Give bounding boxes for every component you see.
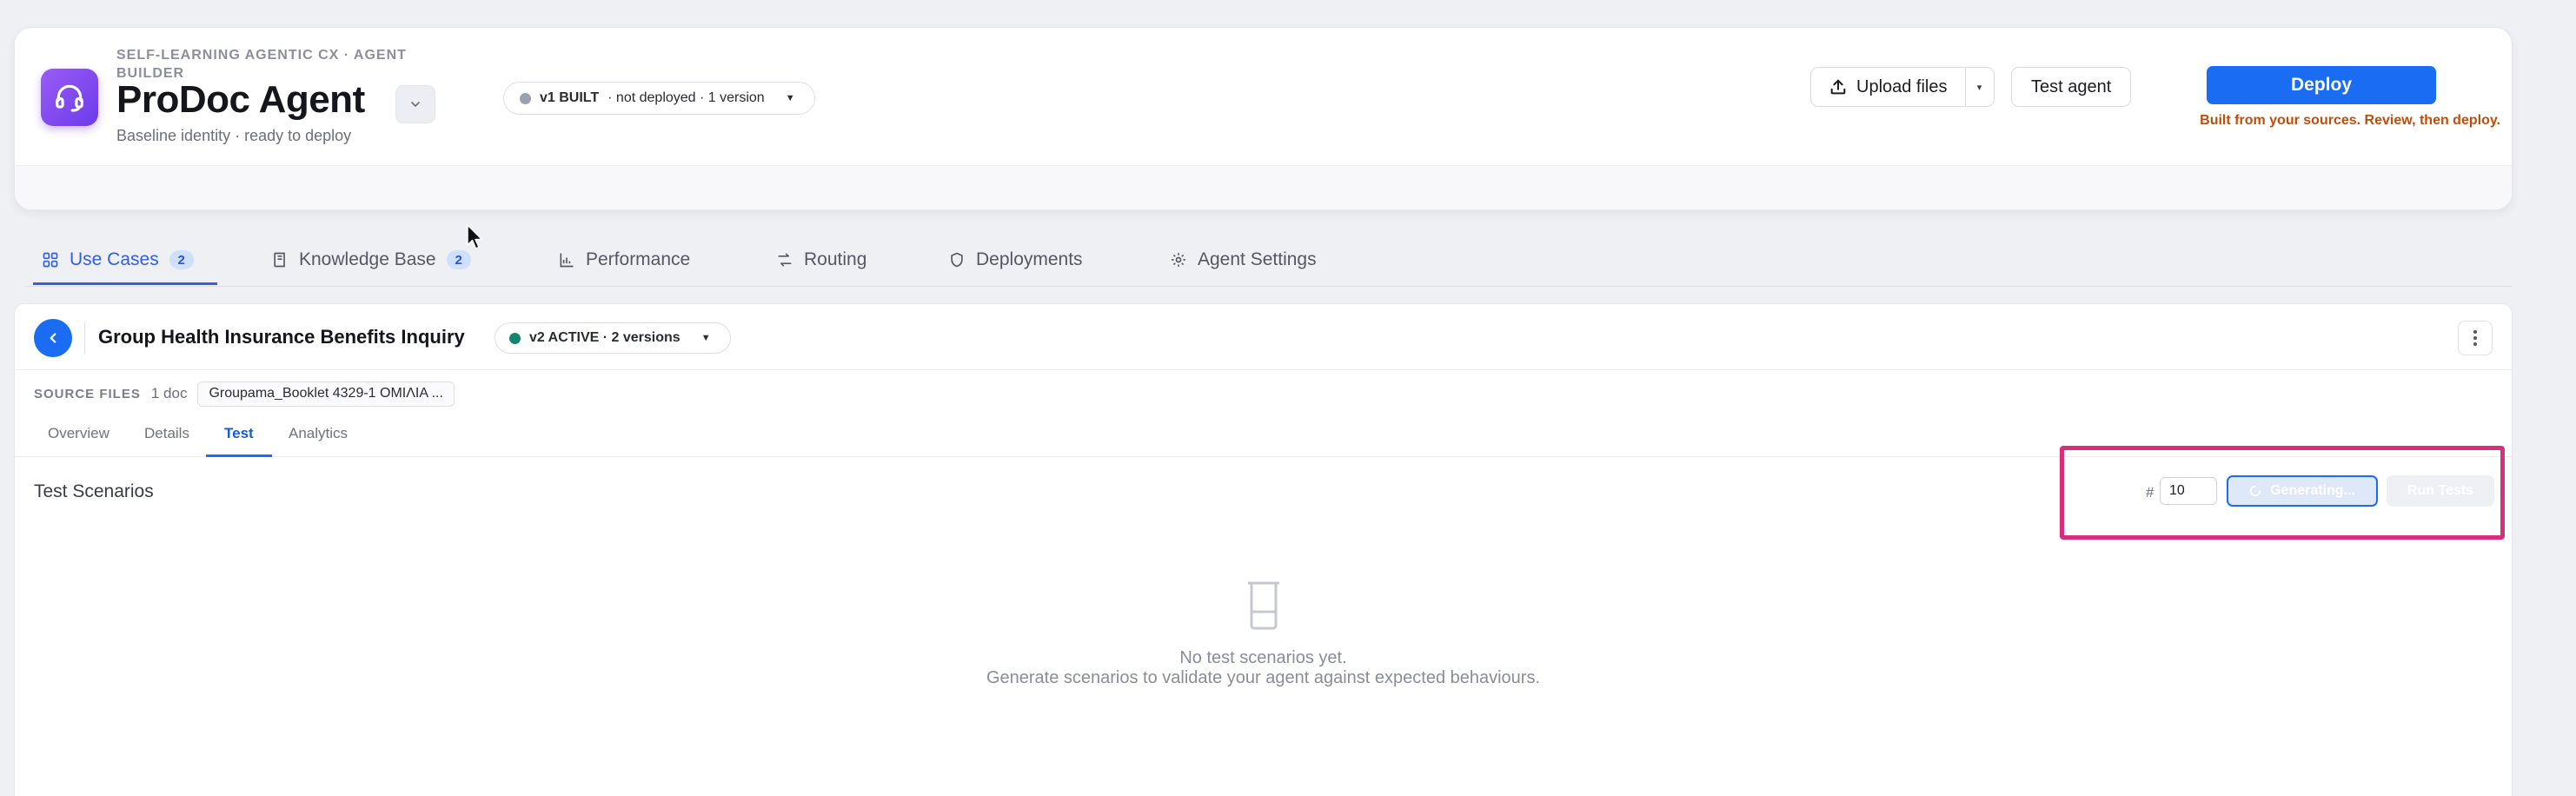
subtab-details[interactable]: Details	[144, 425, 189, 442]
upload-button-group: Upload files ▾	[1810, 67, 1995, 107]
use-case-header: Group Health Insurance Benefits Inquiry …	[15, 304, 2512, 370]
chevron-left-icon	[50, 333, 56, 343]
upload-icon	[1830, 79, 1846, 95]
headset-icon	[41, 69, 98, 126]
source-files-row: SOURCE FILES 1 doc Groupama_Booklet 4329…	[34, 381, 455, 407]
subtab-analytics[interactable]: Analytics	[289, 425, 348, 442]
run-tests-button[interactable]: Run Tests	[2387, 475, 2494, 507]
use-case-version-selector[interactable]: v2 ACTIVE · 2 versions ▼	[495, 322, 731, 354]
deploy-note: Built from your sources. Review, then de…	[2200, 113, 2500, 128]
tab-agent-settings[interactable]: Agent Settings	[1170, 247, 1317, 273]
kebab-icon	[2473, 330, 2477, 346]
grid-icon	[43, 252, 58, 268]
caret-down-icon: ▾	[1976, 82, 1982, 93]
scenario-count-input[interactable]	[2160, 477, 2217, 505]
tab-label: Knowledge Base	[299, 249, 436, 269]
deploy-button[interactable]: Deploy	[2207, 66, 2436, 104]
source-files-label: SOURCE FILES	[34, 386, 141, 401]
header-divider	[84, 322, 85, 355]
agent-switcher-button[interactable]	[395, 85, 435, 123]
upload-options-dropdown[interactable]: ▾	[1966, 68, 1994, 106]
generate-scenarios-button[interactable]: Generating...	[2227, 475, 2378, 507]
tab-label: Performance	[586, 249, 691, 269]
tab-label: Agent Settings	[1198, 249, 1317, 269]
subtab-overview[interactable]: Overview	[48, 425, 110, 442]
tab-performance[interactable]: Performance	[558, 247, 690, 273]
tab-routing[interactable]: Routing	[776, 247, 866, 273]
tab-label: Deployments	[976, 249, 1083, 269]
gear-icon	[1172, 253, 1185, 267]
tab-deployments[interactable]: Deployments	[948, 247, 1083, 273]
active-tab-indicator	[33, 282, 217, 285]
use-case-version-label: v2 ACTIVE · 2 versions	[529, 330, 681, 345]
status-dot	[520, 92, 531, 104]
source-file-chip[interactable]: Groupama_Booklet 4329-1 ΟΜΙΛΙΑ ...	[197, 381, 455, 407]
use-case-panel: Group Health Insurance Benefits Inquiry …	[14, 303, 2513, 796]
main-tab-bar: Use Cases 2 Knowledge Base 2 Performance…	[0, 233, 2513, 287]
chevron-down-icon	[411, 102, 420, 107]
upload-files-button[interactable]: Upload files	[1811, 68, 1966, 106]
agent-subtitle: Baseline identity · ready to deploy	[116, 127, 352, 144]
section-title: Test Scenarios	[34, 481, 154, 501]
version-label: v1 BUILT	[540, 90, 600, 105]
tab-use-cases[interactable]: Use Cases 2	[42, 247, 194, 273]
status-dot	[509, 332, 521, 344]
breadcrumb-eyebrow: SELF-LEARNING AGENTIC CX · AGENT BUILDER	[116, 48, 407, 81]
mouse-cursor-icon	[467, 224, 483, 249]
beaker-icon	[1247, 581, 1279, 630]
test-agent-button[interactable]: Test agent	[2011, 67, 2132, 107]
back-button[interactable]	[34, 319, 72, 357]
empty-state: No test scenarios yet. Generate scenario…	[15, 580, 2512, 688]
caret-down-icon: ▼	[785, 93, 795, 103]
subtab-test[interactable]: Test	[224, 425, 254, 442]
tab-knowledge-base[interactable]: Knowledge Base 2	[271, 247, 471, 273]
empty-state-description: Generate scenarios to validate your agen…	[986, 668, 1541, 687]
bar-chart-icon	[560, 253, 574, 268]
tab-label: Use Cases	[70, 249, 159, 269]
version-detail: · not deployed · 1 version	[607, 90, 765, 105]
tab-label: Routing	[804, 249, 867, 269]
book-icon	[274, 252, 285, 268]
generating-label: Generating...	[2270, 483, 2355, 498]
spinner-icon	[2250, 485, 2261, 497]
count-badge: 2	[446, 250, 471, 269]
active-subtab-indicator	[206, 454, 272, 457]
agent-version-selector[interactable]: v1 BUILT · not deployed · 1 version ▼	[503, 82, 815, 115]
routing-icon	[778, 253, 792, 267]
shield-icon	[951, 252, 963, 268]
use-case-title: Group Health Insurance Benefits Inquiry	[98, 326, 465, 348]
scenario-count-label: #	[2146, 484, 2154, 501]
caret-down-icon: ▼	[700, 333, 711, 343]
source-files-count: 1 doc	[150, 385, 188, 401]
upload-files-label: Upload files	[1856, 76, 1948, 96]
empty-state-title: No test scenarios yet.	[1179, 648, 1347, 667]
more-options-button[interactable]	[2458, 321, 2493, 355]
tab-divider	[26, 286, 2513, 287]
agent-name: ProDoc Agent	[116, 78, 365, 121]
header-status-strip	[15, 165, 2512, 209]
count-badge: 2	[169, 250, 194, 269]
agent-header-card: SELF-LEARNING AGENTIC CX · AGENT BUILDER…	[14, 27, 2513, 210]
